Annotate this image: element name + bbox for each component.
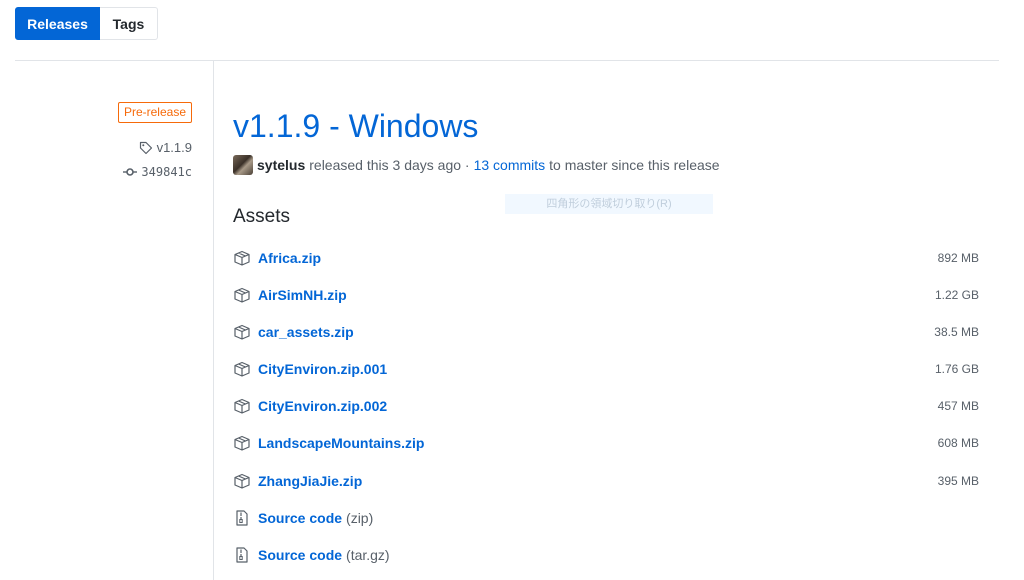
tab-tags[interactable]: Tags	[100, 7, 158, 40]
tag-icon	[139, 141, 152, 154]
asset-link[interactable]: CityEnviron.zip.001	[258, 361, 387, 377]
asset-link[interactable]: CityEnviron.zip.002	[258, 398, 387, 414]
asset-link[interactable]: Africa.zip	[258, 250, 321, 266]
asset-size: 1.22 GB	[934, 288, 979, 302]
asset-size: 608 MB	[937, 436, 979, 450]
package-icon	[234, 250, 250, 266]
snipping-tool-hint: 四角形の領域切り取り(R)	[505, 194, 713, 214]
source-code-zip-link[interactable]: Source code (zip)	[258, 510, 373, 526]
asset-row: LandscapeMountains.zip 608 MB	[233, 431, 979, 455]
release-title[interactable]: v1.1.9 - Windows	[233, 106, 478, 146]
source-code-label: Source code	[258, 547, 343, 563]
asset-size: 892 MB	[937, 251, 979, 265]
commits-link[interactable]: 13 commits	[474, 157, 546, 173]
asset-size: 38.5 MB	[934, 325, 979, 339]
asset-row: AirSimNH.zip 1.22 GB	[233, 283, 979, 307]
released-text: released this 3 days ago ·	[309, 157, 470, 173]
tag-link[interactable]: v1.1.9	[139, 140, 192, 155]
asset-row: CityEnviron.zip.002 457 MB	[233, 394, 979, 418]
header-divider	[15, 60, 999, 61]
commit-sha: 349841c	[141, 165, 192, 179]
source-row: Source code (zip)	[233, 506, 979, 530]
release-tabs: Releases Tags	[15, 7, 158, 40]
avatar[interactable]	[233, 155, 253, 175]
package-icon	[234, 287, 250, 303]
commit-icon	[123, 168, 138, 176]
asset-link[interactable]: car_assets.zip	[258, 324, 354, 340]
asset-row: car_assets.zip 38.5 MB	[233, 320, 979, 344]
release-byline: sytelus released this 3 days ago · 13 co…	[233, 154, 720, 176]
sidebar-divider	[213, 61, 214, 580]
source-format: (tar.gz)	[346, 547, 390, 563]
tab-releases[interactable]: Releases	[15, 7, 100, 40]
asset-row: Africa.zip 892 MB	[233, 246, 979, 270]
package-icon	[234, 473, 250, 489]
asset-link[interactable]: AirSimNH.zip	[258, 287, 347, 303]
assets-heading: Assets	[233, 206, 291, 227]
source-row: Source code (tar.gz)	[233, 543, 979, 567]
author-link[interactable]: sytelus	[257, 157, 305, 173]
tag-name: v1.1.9	[156, 140, 192, 155]
package-icon	[234, 324, 250, 340]
asset-link[interactable]: ZhangJiaJie.zip	[258, 473, 362, 489]
commit-link[interactable]: 349841c	[123, 165, 192, 179]
asset-size: 1.76 GB	[934, 362, 979, 376]
package-icon	[234, 398, 250, 414]
asset-row: CityEnviron.zip.001 1.76 GB	[233, 357, 979, 381]
package-icon	[234, 435, 250, 451]
prerelease-badge: Pre-release	[117, 102, 192, 123]
package-icon	[234, 361, 250, 377]
asset-size: 395 MB	[937, 474, 979, 488]
commits-suffix: to master since this release	[549, 157, 720, 173]
file-zip-icon	[236, 547, 248, 563]
asset-size: 457 MB	[937, 399, 979, 413]
asset-row: ZhangJiaJie.zip 395 MB	[233, 469, 979, 493]
source-code-targz-link[interactable]: Source code (tar.gz)	[258, 547, 390, 563]
source-code-label: Source code	[258, 510, 343, 526]
file-zip-icon	[236, 510, 248, 526]
asset-link[interactable]: LandscapeMountains.zip	[258, 435, 424, 451]
source-format: (zip)	[346, 510, 374, 526]
